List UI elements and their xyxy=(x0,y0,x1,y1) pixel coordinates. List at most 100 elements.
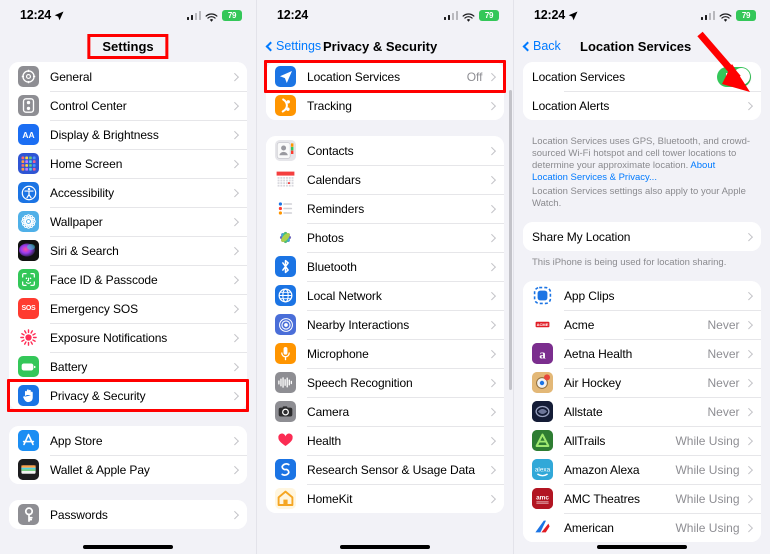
privacy-app-label-9: Camera xyxy=(307,404,350,419)
privacy-top-row-1[interactable]: Tracking xyxy=(266,91,504,120)
cellular-signal-icon xyxy=(443,10,458,20)
settings-row-9[interactable]: Exposure Notifications xyxy=(9,323,247,352)
chevron-right-icon xyxy=(744,523,753,532)
chevron-right-icon xyxy=(487,465,496,474)
speech-recognition-icon xyxy=(275,372,296,393)
location-app-row-5[interactable]: AllTrails While Using xyxy=(523,426,761,455)
settings-group-3: Passwords xyxy=(9,500,247,529)
chevron-right-icon xyxy=(487,436,496,445)
privacy-app-row-12[interactable]: HomeKit xyxy=(266,484,504,513)
privacy-app-row-3[interactable]: Photos xyxy=(266,223,504,252)
clock-label-1: 12:24 xyxy=(20,8,51,22)
amc-theatres-icon: amc xyxy=(532,488,553,509)
exposure-notifications-icon xyxy=(18,327,39,348)
settings-label-8: Emergency SOS xyxy=(50,301,139,316)
location-app-value-3: Never xyxy=(707,375,740,390)
settings-store-row-0[interactable]: App Store xyxy=(9,426,247,455)
settings-row-2[interactable]: AA Display & Brightness xyxy=(9,120,247,149)
photos-icon xyxy=(275,227,296,248)
share-my-location-label: Share My Location xyxy=(532,229,631,244)
scrollbar-privacy[interactable] xyxy=(509,90,512,390)
local-network-icon xyxy=(275,285,296,306)
location-app-row-0[interactable]: App Clips xyxy=(523,281,761,310)
back-button-location[interactable]: Back xyxy=(522,39,561,53)
wallpaper-icon xyxy=(18,211,39,232)
location-app-row-8[interactable]: American While Using xyxy=(523,513,761,542)
privacy-app-row-4[interactable]: Bluetooth xyxy=(266,252,504,281)
clock-label-2: 12:24 xyxy=(277,8,308,22)
location-app-row-3[interactable]: Air Hockey Never xyxy=(523,368,761,397)
location-services-toggle[interactable] xyxy=(717,66,751,87)
location-alerts-row[interactable]: Location Alerts xyxy=(523,91,761,120)
privacy-scroll[interactable]: Location Services Off Tracking Contacts Cal… xyxy=(257,62,513,554)
bluetooth-icon xyxy=(275,256,296,277)
privacy-app-row-11[interactable]: Research Sensor & Usage Data xyxy=(266,455,504,484)
location-scroll[interactable]: Location Services Location Alerts Locati… xyxy=(514,62,770,554)
location-app-value-1: Never xyxy=(707,317,740,332)
privacy-app-row-10[interactable]: Health xyxy=(266,426,504,455)
settings-row-8[interactable]: SOS Emergency SOS xyxy=(9,294,247,323)
settings-row-0[interactable]: General xyxy=(9,62,247,91)
location-services-toggle-row[interactable]: Location Services xyxy=(523,62,761,91)
settings-row-6[interactable]: Siri & Search xyxy=(9,236,247,265)
page-title-privacy: Privacy & Security xyxy=(323,38,438,54)
sos-icon: SOS xyxy=(18,298,39,319)
settings-row-11[interactable]: Privacy & Security xyxy=(9,381,247,410)
settings-row-3[interactable]: Home Screen xyxy=(9,149,247,178)
svg-text:alexa: alexa xyxy=(535,466,551,473)
privacy-app-row-5[interactable]: Local Network xyxy=(266,281,504,310)
calendars-icon xyxy=(275,169,296,190)
location-app-row-6[interactable]: alexa Amazon Alexa While Using xyxy=(523,455,761,484)
privacy-app-label-6: Nearby Interactions xyxy=(307,317,410,332)
location-app-value-4: Never xyxy=(707,404,740,419)
settings-row-4[interactable]: Accessibility xyxy=(9,178,247,207)
settings-pwd-row-0[interactable]: Passwords xyxy=(9,500,247,529)
settings-row-5[interactable]: Wallpaper xyxy=(9,207,247,236)
chevron-right-icon xyxy=(230,275,239,284)
location-app-row-7[interactable]: amc AMC Theatres While Using xyxy=(523,484,761,513)
chevron-right-icon xyxy=(487,320,496,329)
chevron-right-icon xyxy=(230,246,239,255)
chevron-right-icon xyxy=(487,101,496,110)
settings-row-7[interactable]: Face ID & Passcode xyxy=(9,265,247,294)
chevron-right-icon xyxy=(744,465,753,474)
privacy-app-row-6[interactable]: Nearby Interactions xyxy=(266,310,504,339)
privacy-app-row-9[interactable]: Camera xyxy=(266,397,504,426)
settings-store-row-1[interactable]: Wallet & Apple Pay xyxy=(9,455,247,484)
chevron-right-icon xyxy=(744,407,753,416)
location-app-row-1[interactable]: ACME Acme Never xyxy=(523,310,761,339)
privacy-app-label-7: Microphone xyxy=(307,346,369,361)
battery-icon xyxy=(18,356,39,377)
cellular-signal-icon xyxy=(186,10,201,20)
privacy-app-row-7[interactable]: Microphone xyxy=(266,339,504,368)
location-footnote-1-text: Location Services uses GPS, Bluetooth, a… xyxy=(532,136,751,171)
privacy-app-row-2[interactable]: Reminders xyxy=(266,194,504,223)
settings-store-label-1: Wallet & Apple Pay xyxy=(50,462,150,477)
privacy-group-1: Location Services Off Tracking xyxy=(266,62,504,120)
chevron-right-icon xyxy=(487,72,496,81)
settings-group-2: App Store Wallet & Apple Pay xyxy=(9,426,247,484)
american-airlines-icon xyxy=(532,517,553,538)
privacy-app-row-1[interactable]: Calendars xyxy=(266,165,504,194)
location-app-row-4[interactable]: Allstate Never xyxy=(523,397,761,426)
privacy-app-row-0[interactable]: Contacts xyxy=(266,136,504,165)
chevron-right-icon xyxy=(744,232,753,241)
privacy-app-row-8[interactable]: Speech Recognition xyxy=(266,368,504,397)
svg-text:a: a xyxy=(539,346,546,361)
settings-scroll[interactable]: General Control Center AA Display & Brightn… xyxy=(0,62,256,554)
share-my-location-row[interactable]: Share My Location xyxy=(523,222,761,251)
settings-row-10[interactable]: Battery xyxy=(9,352,247,381)
privacy-top-row-0[interactable]: Location Services Off xyxy=(266,62,504,91)
back-button-settings[interactable]: Settings xyxy=(265,39,321,53)
contacts-icon xyxy=(275,140,296,161)
privacy-top-label-0: Location Services xyxy=(307,69,401,84)
privacy-app-label-2: Reminders xyxy=(307,201,365,216)
settings-row-1[interactable]: Control Center xyxy=(9,91,247,120)
home-screen-icon xyxy=(18,153,39,174)
chevron-right-icon xyxy=(230,188,239,197)
settings-label-3: Home Screen xyxy=(50,156,123,171)
wifi-icon xyxy=(462,10,475,22)
share-location-footnote: This iPhone is being used for location s… xyxy=(532,257,727,268)
privacy-hand-icon xyxy=(18,385,39,406)
location-app-row-2[interactable]: a Aetna Health Never xyxy=(523,339,761,368)
